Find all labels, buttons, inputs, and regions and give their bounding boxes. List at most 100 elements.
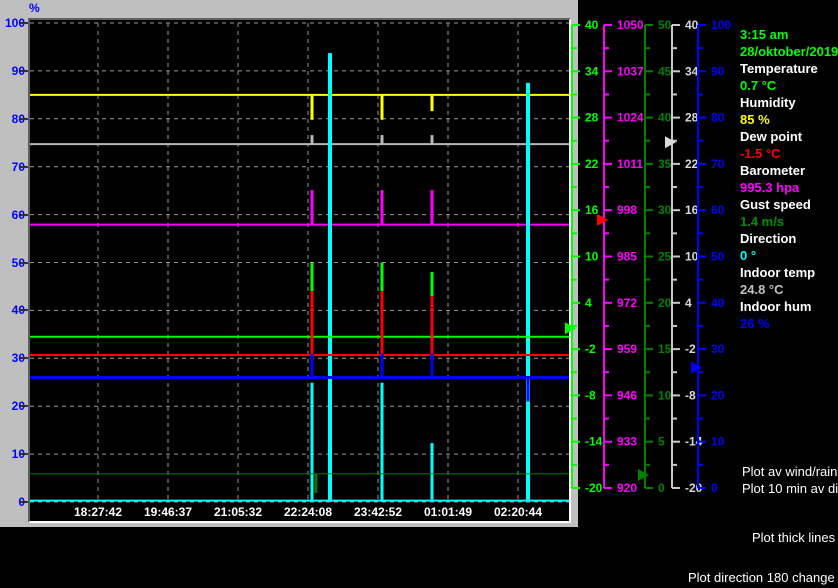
readout-value-indoor-hum: 26 % [740,316,770,331]
humidity-axis-label: 20 [711,388,725,402]
readout-value-direction: 0 ° [740,248,757,263]
wind-speed-axis-label: 30 [658,203,672,217]
option-plot-direction-180[interactable]: Plot direction 180 change [688,570,835,585]
weather-display-screen: % 1009080706050403020100 18:27:4219:46:3… [0,0,838,588]
barometer-axis-label: 998 [617,203,637,217]
indoor-temp-axis-label: 4 [685,296,692,310]
x-axis-tick-label: 19:46:37 [143,505,193,519]
current-time: 3:15 am [740,27,789,42]
wind-speed-axis-label: 20 [658,296,672,310]
readout-value-barometer: 995.3 hpa [740,180,800,195]
readout-label-barometer: Barometer [740,163,806,178]
readout-label-indoor-hum: Indoor hum [740,299,812,314]
barometer-axis-label: 959 [617,342,637,356]
barometer-axis-label: 920 [617,481,637,495]
temperature-axis-label: 34 [585,64,599,78]
readout-label-temperature: Temperature [740,61,818,76]
readout-value-humidity: 85 % [740,112,770,127]
barometer-axis-label: 1011 [617,157,643,171]
x-axis-tick-label: 01:01:49 [423,505,473,519]
wind-speed-axis-label: 0 [658,481,665,495]
readout-panel: 3:15 am 28/oktober/2019 Temperature 0.7 °… [740,26,838,332]
humidity-axis-label: 30 [711,342,725,356]
readout-label-indoor-temp: Indoor temp [740,265,816,280]
x-axis-tick-label: 18:27:42 [73,505,123,519]
barometer-marker [597,213,608,226]
wind-speed-axis-label: 50 [658,18,672,32]
temperature-axis-label: 22 [585,157,599,171]
temperature-axis-label: 28 [585,111,599,125]
x-axis-tick-label: 23:42:52 [353,505,403,519]
indoor-temp-axis-label: 16 [685,203,699,217]
wind-speed-axis-label: 5 [658,435,665,449]
temperature-axis-label: -2 [585,342,596,356]
wind-speed-axis-label: 35 [658,157,672,171]
y-axis-tick [20,453,28,456]
y-axis-tick [20,357,28,360]
readout-label-dew-point: Dew point [740,129,803,144]
option-plot-10min-av-dir[interactable]: Plot 10 min av dir [742,481,838,496]
temperature-axis-label: 40 [585,18,599,32]
option-plot-av-wind-rain[interactable]: Plot av wind/rain [742,464,837,479]
current-date: 28/oktober/2019 [740,44,838,59]
readout-value-indoor-temp: 24.8 °C [740,282,784,297]
y-axis-unit-label: % [29,1,40,15]
temperature-axis-label: -8 [585,388,596,402]
indoor-temp-axis-label: 28 [685,111,699,125]
indoor-temp-axis-label: 22 [685,157,699,171]
indoor-temp-axis-label: -14 [685,435,703,449]
y-axis-tick [20,405,28,408]
indoor-temp-axis-label: -8 [685,388,696,402]
humidity-axis-label: 40 [711,296,725,310]
wind-speed-axis-label: 45 [658,64,672,78]
readout-value-temperature: 0.7 °C [740,78,777,93]
y-axis-tick [20,22,28,24]
indoor-temp-axis-label: 34 [685,64,699,78]
barometer-axis-label: 1050 [617,18,644,32]
y-axis-tick [20,501,28,503]
barometer-axis-label: 933 [617,435,637,449]
indoor-temp-axis-label: 10 [685,250,699,264]
indoor-temp-axis-label: 40 [685,18,699,32]
indoor-temp-axis-label: -2 [685,342,696,356]
temperature-axis-label: -20 [585,481,603,495]
y-axis-tick [20,117,28,120]
barometer-axis-label: 1037 [617,64,644,78]
y-axis-tick [20,213,28,216]
indoor-hum-marker [691,361,702,374]
humidity-axis-label: 10 [711,435,725,449]
wind-speed-axis-label: 40 [658,111,672,125]
y-axis-tick [20,165,28,168]
x-axis-tick-label: 22:24:08 [283,505,333,519]
graph-plot [30,22,569,503]
readout-label-humidity: Humidity [740,95,796,110]
wind-speed-axis-label: 25 [658,250,672,264]
y-axis-tick [20,69,28,72]
readout-label-gust-speed: Gust speed [740,197,811,212]
plot-area [28,18,571,523]
wind-speed-axis-label: 15 [658,342,672,356]
y-axis-tick [20,261,28,264]
humidity-axis-label: 0 [711,481,718,495]
readout-value-gust-speed: 1.4 m/s [740,214,785,229]
readout-items: Temperature 0.7 °C Humidity 85 % Dew point -1… [740,60,838,332]
barometer-axis-label: 946 [617,388,637,402]
graph-window: % 1009080706050403020100 18:27:4219:46:3… [0,0,578,527]
y-axis-tick [20,309,28,312]
temperature-axis-label: -14 [585,435,603,449]
barometer-axis-label: 972 [617,296,637,310]
barometer-axis-label: 985 [617,250,637,264]
humidity-axis-label: 60 [711,203,725,217]
temperature-axis-label: 4 [585,296,592,310]
barometer-axis-label: 1024 [617,111,644,125]
temperature-axis-label: 16 [585,203,599,217]
option-plot-thick-lines[interactable]: Plot thick lines [752,530,835,545]
indoor-temp-marker [665,136,676,149]
temperature-axis-label: 10 [585,250,599,264]
readout-value-dew-point: -1.5 °C [740,146,781,161]
humidity-axis-label: 70 [711,157,725,171]
humidity-axis-label: 100 [711,18,731,32]
humidity-axis-label: 90 [711,64,725,78]
readout-label-direction: Direction [740,231,797,246]
x-axis-tick-label: 02:20:44 [493,505,543,519]
